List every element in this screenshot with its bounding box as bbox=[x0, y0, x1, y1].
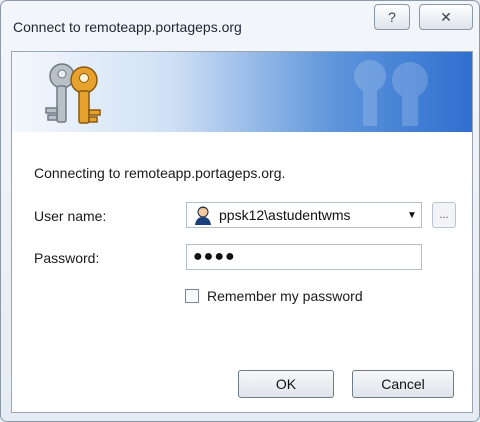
header-banner bbox=[12, 52, 472, 132]
user-icon bbox=[195, 206, 211, 225]
remember-password-checkbox[interactable] bbox=[185, 289, 199, 303]
cancel-button[interactable]: Cancel bbox=[352, 370, 454, 398]
chevron-down-icon[interactable]: ▼ bbox=[403, 210, 421, 221]
window-title: Connect to remoteapp.portageps.org bbox=[13, 19, 242, 35]
username-combobox[interactable]: ppsk12\astudentwms ▼ bbox=[186, 202, 422, 228]
connecting-message: Connecting to remoteapp.portageps.org. bbox=[34, 165, 286, 181]
keys-icon bbox=[45, 63, 101, 124]
ok-button[interactable]: OK bbox=[238, 370, 334, 398]
banner-watermark-icon bbox=[354, 60, 428, 126]
username-label: User name: bbox=[34, 208, 107, 224]
username-value: ppsk12\astudentwms bbox=[219, 207, 351, 223]
dialog-window: Connect to remoteapp.portageps.org ? ✕ C… bbox=[0, 0, 480, 422]
remember-password-label[interactable]: Remember my password bbox=[207, 288, 363, 304]
browse-button[interactable]: ... bbox=[432, 202, 456, 228]
help-button[interactable]: ? bbox=[374, 4, 410, 30]
password-field[interactable]: ●●●● bbox=[186, 244, 422, 270]
password-label: Password: bbox=[34, 250, 100, 266]
dialog-body: Connecting to remoteapp.portageps.org. U… bbox=[11, 51, 473, 413]
close-button[interactable]: ✕ bbox=[419, 4, 473, 30]
